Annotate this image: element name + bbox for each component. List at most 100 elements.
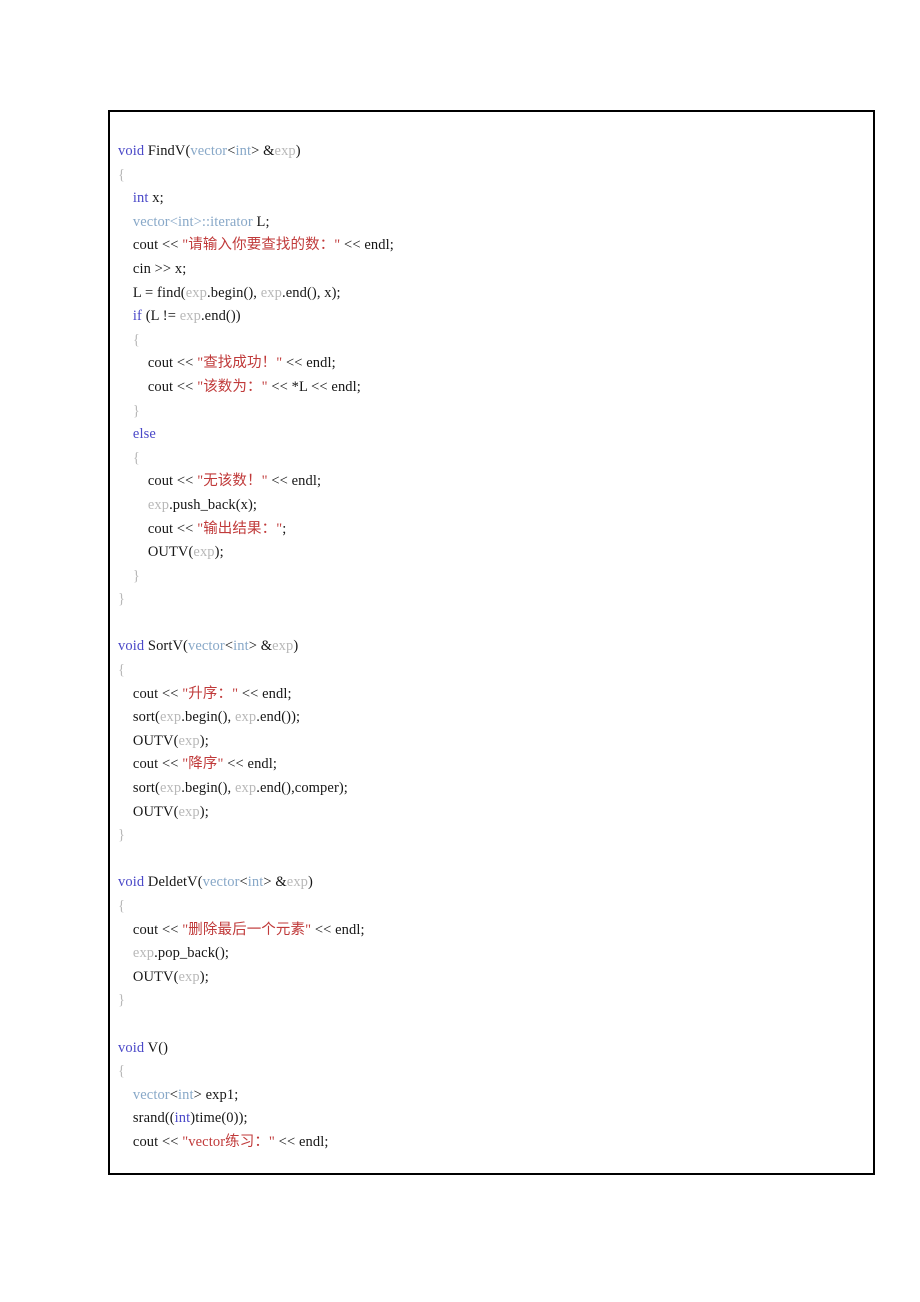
code-token: "查找成功！" xyxy=(197,355,283,372)
code-token: } xyxy=(132,567,140,584)
code-token: .begin(), xyxy=(181,780,235,797)
code-token: } xyxy=(118,827,126,844)
code-line: OUTV(exp); xyxy=(110,730,873,754)
code-line: void SortV(vector<int> &exp) xyxy=(110,635,873,659)
code-token: "该数为：" xyxy=(197,378,268,395)
code-token: cin >> x; xyxy=(132,260,187,277)
code-token: "vector练习：" xyxy=(182,1133,275,1150)
code-line: } xyxy=(110,989,873,1013)
code-token: ); xyxy=(214,544,224,561)
code-token: .end()); xyxy=(256,709,301,726)
code-token: < xyxy=(169,1086,179,1103)
code-token: < xyxy=(227,143,236,159)
code-token: << endl; xyxy=(223,756,278,773)
code-listing: void FindV(vector<int> &exp){ int x; vec… xyxy=(110,112,873,1155)
code-token: exp xyxy=(235,709,257,726)
code-token: vector<int>::iterator xyxy=(132,213,253,230)
code-line: { xyxy=(110,447,873,471)
code-line: else xyxy=(110,423,873,447)
code-token: cout << xyxy=(147,378,198,395)
code-token: cout << xyxy=(132,921,183,938)
code-token: int xyxy=(235,143,252,159)
code-token: cout << xyxy=(147,473,198,490)
code-token: OUTV( xyxy=(132,968,179,985)
code-token: cout << xyxy=(132,1133,183,1150)
code-token: cout << xyxy=(147,355,198,372)
code-line: exp.push_back(x); xyxy=(110,494,873,518)
code-line: exp.pop_back(); xyxy=(110,942,873,966)
code-token: < xyxy=(224,638,234,655)
code-line: void DeldetV(vector<int> &exp) xyxy=(110,871,873,895)
code-token: ); xyxy=(199,732,209,749)
code-line: cin >> x; xyxy=(110,258,873,282)
code-line: OUTV(exp); xyxy=(110,801,873,825)
code-token: void xyxy=(118,1039,145,1056)
code-token: exp xyxy=(178,968,200,985)
code-line: sort(exp.begin(), exp.end(),comper); xyxy=(110,777,873,801)
code-token: int xyxy=(132,190,149,207)
code-token: cout << xyxy=(132,756,183,773)
code-token: .push_back(x); xyxy=(169,496,258,513)
code-token: exp xyxy=(185,284,207,301)
code-token: DeldetV( xyxy=(144,874,203,891)
code-line: if (L != exp.end()) xyxy=(110,305,873,329)
code-token: exp xyxy=(286,874,309,891)
code-token: int xyxy=(247,874,264,891)
code-token: "输出结果：" xyxy=(197,520,283,537)
code-token: exp xyxy=(193,544,215,561)
code-token: "降序" xyxy=(182,756,224,773)
code-token: cout << xyxy=(132,237,183,254)
code-token: void xyxy=(118,143,145,159)
code-token: exp xyxy=(178,732,200,749)
code-token: V() xyxy=(144,1039,169,1056)
code-line: { xyxy=(110,1060,873,1084)
code-token: ; xyxy=(282,520,287,537)
code-token: << *L << endl; xyxy=(267,378,361,395)
code-token: vector xyxy=(202,874,240,891)
code-token: FindV( xyxy=(144,143,191,159)
code-token: L = find( xyxy=(132,284,186,301)
code-line: cout << "输出结果："; xyxy=(110,518,873,542)
code-line: { xyxy=(110,895,873,919)
code-token: { xyxy=(118,898,126,914)
code-line: sort(exp.begin(), exp.end()); xyxy=(110,706,873,730)
code-token: cout << xyxy=(147,520,198,537)
code-line: L = find(exp.begin(), exp.end(), x); xyxy=(110,282,873,306)
code-token: > & xyxy=(248,638,273,655)
code-token: .begin(), xyxy=(181,709,235,726)
code-token: )time(0)); xyxy=(190,1110,248,1127)
code-line: OUTV(exp); xyxy=(110,541,873,565)
code-token: vector xyxy=(132,1086,170,1103)
code-line: cout << "vector练习：" << endl; xyxy=(110,1131,873,1155)
code-token: int xyxy=(178,1086,194,1103)
code-token: { xyxy=(118,662,126,679)
code-token: { xyxy=(132,449,140,466)
code-token: "请输入你要查找的数：" xyxy=(182,237,341,254)
code-token: << endl; xyxy=(311,921,365,938)
code-token: void xyxy=(118,874,145,891)
code-token: ); xyxy=(199,968,209,985)
code-token: ) xyxy=(295,143,301,159)
code-line: cout << "降序" << endl; xyxy=(110,753,873,777)
code-token: else xyxy=(132,426,156,443)
code-token: exp xyxy=(274,143,296,159)
code-token: > exp1; xyxy=(193,1086,239,1103)
code-token: SortV( xyxy=(144,638,188,655)
code-token: .end(),comper); xyxy=(256,780,348,797)
code-token: "无该数！" xyxy=(197,473,268,490)
code-token: .end(), x); xyxy=(282,284,341,301)
code-token: < xyxy=(239,874,248,891)
code-token: > & xyxy=(251,143,275,159)
code-token: "升序：" xyxy=(182,685,239,702)
code-token: exp xyxy=(235,780,257,797)
code-line: cout << "删除最后一个元素" << endl; xyxy=(110,919,873,943)
page-canvas: void FindV(vector<int> &exp){ int x; vec… xyxy=(0,0,920,1302)
code-token: void xyxy=(118,638,145,655)
code-line: vector<int> exp1; xyxy=(110,1084,873,1108)
code-token: << endl; xyxy=(340,237,394,254)
code-token: ); xyxy=(199,803,209,820)
code-token: .end()) xyxy=(200,308,241,325)
code-token: .pop_back(); xyxy=(154,945,230,962)
